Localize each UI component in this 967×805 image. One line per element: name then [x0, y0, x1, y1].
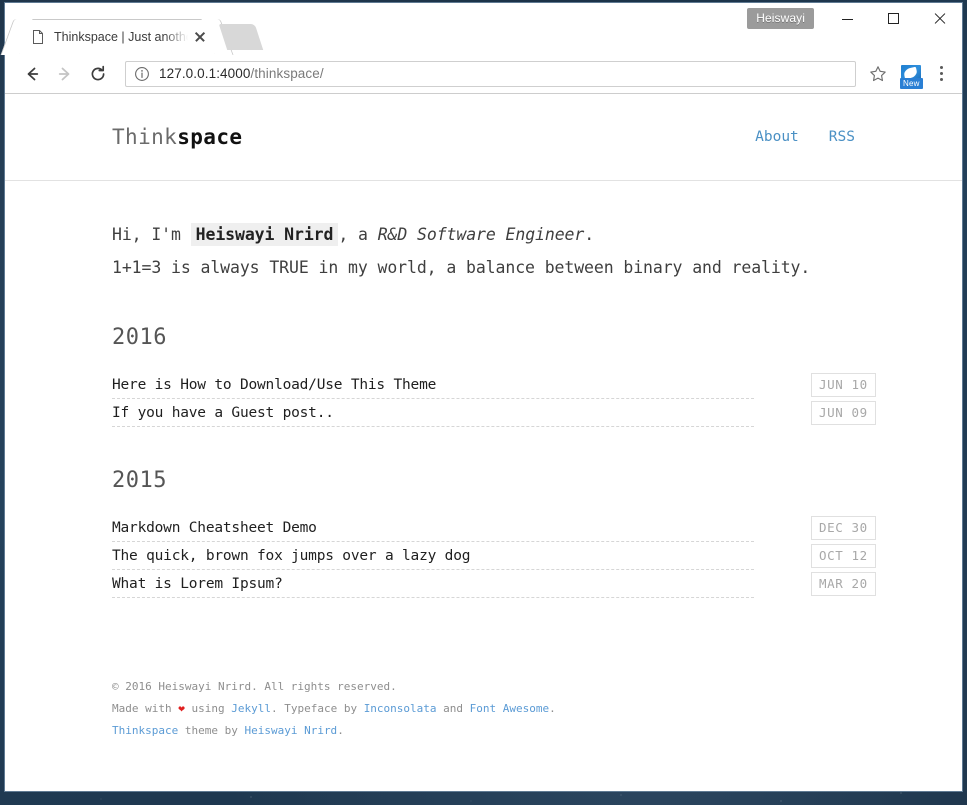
- tab-title: Thinkspace | Just another: [54, 30, 188, 44]
- footer-period: .: [549, 702, 556, 715]
- intro-part2: , a: [338, 225, 377, 244]
- post-list-2015: Markdown Cheatsheet Demo DEC 30 The quic…: [112, 514, 855, 598]
- intro-name-highlight: Heiswayi Nrird: [191, 223, 339, 246]
- post-title-wrapper: Here is How to Download/Use This Theme: [112, 371, 754, 399]
- footer-link-thinkspace[interactable]: Thinkspace: [112, 724, 178, 737]
- heart-icon: ❤: [178, 702, 185, 715]
- post-row: Here is How to Download/Use This Theme J…: [112, 371, 855, 399]
- extension-icon[interactable]: New: [896, 60, 926, 88]
- window-close-icon[interactable]: [916, 3, 962, 34]
- browser-toolbar: 127.0.0.1:4000/thinkspace/ New: [5, 54, 962, 94]
- post-date-badge: DEC 30: [811, 516, 876, 540]
- post-date-badge: OCT 12: [811, 544, 876, 568]
- intro-paragraph: Hi, I'm Heiswayi Nrird, a R&D Software E…: [112, 181, 812, 284]
- window-controls: [824, 3, 962, 34]
- forward-arrow-icon: [50, 59, 80, 89]
- maximize-icon[interactable]: [870, 3, 916, 34]
- year-heading-2015: 2015: [112, 468, 855, 493]
- post-date-badge: JUN 09: [811, 401, 876, 425]
- site-brand[interactable]: Thinkspace: [112, 125, 755, 149]
- post-title-wrapper: What is Lorem Ipsum?: [112, 570, 754, 598]
- brand-light-part: Think: [112, 125, 177, 149]
- new-tab-button[interactable]: [219, 24, 263, 50]
- footer-theme-by: theme by: [178, 724, 244, 737]
- reload-icon[interactable]: [83, 59, 113, 89]
- post-title-link[interactable]: The quick, brown fox jumps over a lazy d…: [112, 548, 470, 564]
- tab-strip: Thinkspace | Just another Heiswayi: [5, 3, 962, 54]
- profile-chip[interactable]: Heiswayi: [747, 8, 814, 29]
- page-icon: [30, 29, 46, 45]
- post-title-wrapper: The quick, brown fox jumps over a lazy d…: [112, 542, 754, 570]
- post-list-2016: Here is How to Download/Use This Theme J…: [112, 371, 855, 427]
- browser-window: Thinkspace | Just another Heiswayi 127.0…: [4, 2, 963, 792]
- site-header: Thinkspace About RSS: [5, 94, 962, 181]
- footer-link-author[interactable]: Heiswayi Nrird: [244, 724, 337, 737]
- post-date-badge: MAR 20: [811, 572, 876, 596]
- three-dot-menu-icon[interactable]: [928, 60, 954, 88]
- footer-made-with: Made with: [112, 702, 178, 715]
- back-arrow-icon[interactable]: [17, 59, 47, 89]
- intro-role: R&D Software Engineer: [378, 225, 585, 244]
- info-circle-icon[interactable]: [134, 66, 150, 82]
- footer-typeface-by: . Typeface by: [271, 702, 364, 715]
- brand-bold-part: space: [177, 125, 242, 149]
- footer-using: using: [185, 702, 231, 715]
- post-title-link[interactable]: Markdown Cheatsheet Demo: [112, 520, 317, 536]
- site-nav: About RSS: [755, 129, 855, 145]
- intro-part3: .: [584, 225, 594, 244]
- nav-link-about[interactable]: About: [755, 129, 799, 145]
- year-heading-2016: 2016: [112, 325, 855, 350]
- footer-theme-credit: Thinkspace theme by Heiswayi Nrird.: [112, 720, 855, 742]
- footer-credits: Made with ❤ using Jekyll. Typeface by In…: [112, 698, 855, 720]
- page-viewport: Thinkspace About RSS Hi, I'm Heiswayi Nr…: [5, 94, 962, 791]
- post-row: What is Lorem Ipsum? MAR 20: [112, 570, 855, 598]
- footer-end: .: [337, 724, 344, 737]
- tab-close-icon[interactable]: [192, 29, 208, 45]
- site-footer: © 2016 Heiswayi Nrird. All rights reserv…: [5, 676, 962, 742]
- extension-new-badge: New: [900, 78, 923, 89]
- address-bar[interactable]: 127.0.0.1:4000/thinkspace/: [125, 61, 856, 87]
- post-row: The quick, brown fox jumps over a lazy d…: [112, 542, 855, 570]
- footer-and: and: [437, 702, 470, 715]
- footer-link-jekyll[interactable]: Jekyll: [231, 702, 271, 715]
- intro-part1: Hi, I'm: [112, 225, 191, 244]
- intro-line2: 1+1=3 is always TRUE in my world, a bala…: [112, 258, 810, 277]
- post-row: If you have a Guest post.. JUN 09: [112, 399, 855, 427]
- footer-link-font-awesome[interactable]: Font Awesome: [470, 702, 549, 715]
- post-title-wrapper: If you have a Guest post..: [112, 399, 754, 427]
- page-content: Hi, I'm Heiswayi Nrird, a R&D Software E…: [5, 181, 962, 598]
- post-title-link[interactable]: What is Lorem Ipsum?: [112, 576, 283, 592]
- footer-copyright: © 2016 Heiswayi Nrird. All rights reserv…: [112, 676, 855, 698]
- post-row: Markdown Cheatsheet Demo DEC 30: [112, 514, 855, 542]
- url-host: 127.0.0.1:4000: [159, 66, 250, 81]
- star-icon[interactable]: [864, 60, 892, 88]
- post-title-link[interactable]: Here is How to Download/Use This Theme: [112, 377, 436, 393]
- footer-link-inconsolata[interactable]: Inconsolata: [364, 702, 437, 715]
- nav-link-rss[interactable]: RSS: [829, 129, 855, 145]
- post-title-link[interactable]: If you have a Guest post..: [112, 405, 334, 421]
- browser-tab[interactable]: Thinkspace | Just another: [19, 19, 215, 54]
- minimize-icon[interactable]: [824, 3, 870, 34]
- url-path: /thinkspace/: [250, 66, 323, 81]
- post-date-badge: JUN 10: [811, 373, 876, 397]
- url-text: 127.0.0.1:4000/thinkspace/: [159, 66, 324, 81]
- post-title-wrapper: Markdown Cheatsheet Demo: [112, 514, 754, 542]
- web-page: Thinkspace About RSS Hi, I'm Heiswayi Nr…: [5, 94, 962, 742]
